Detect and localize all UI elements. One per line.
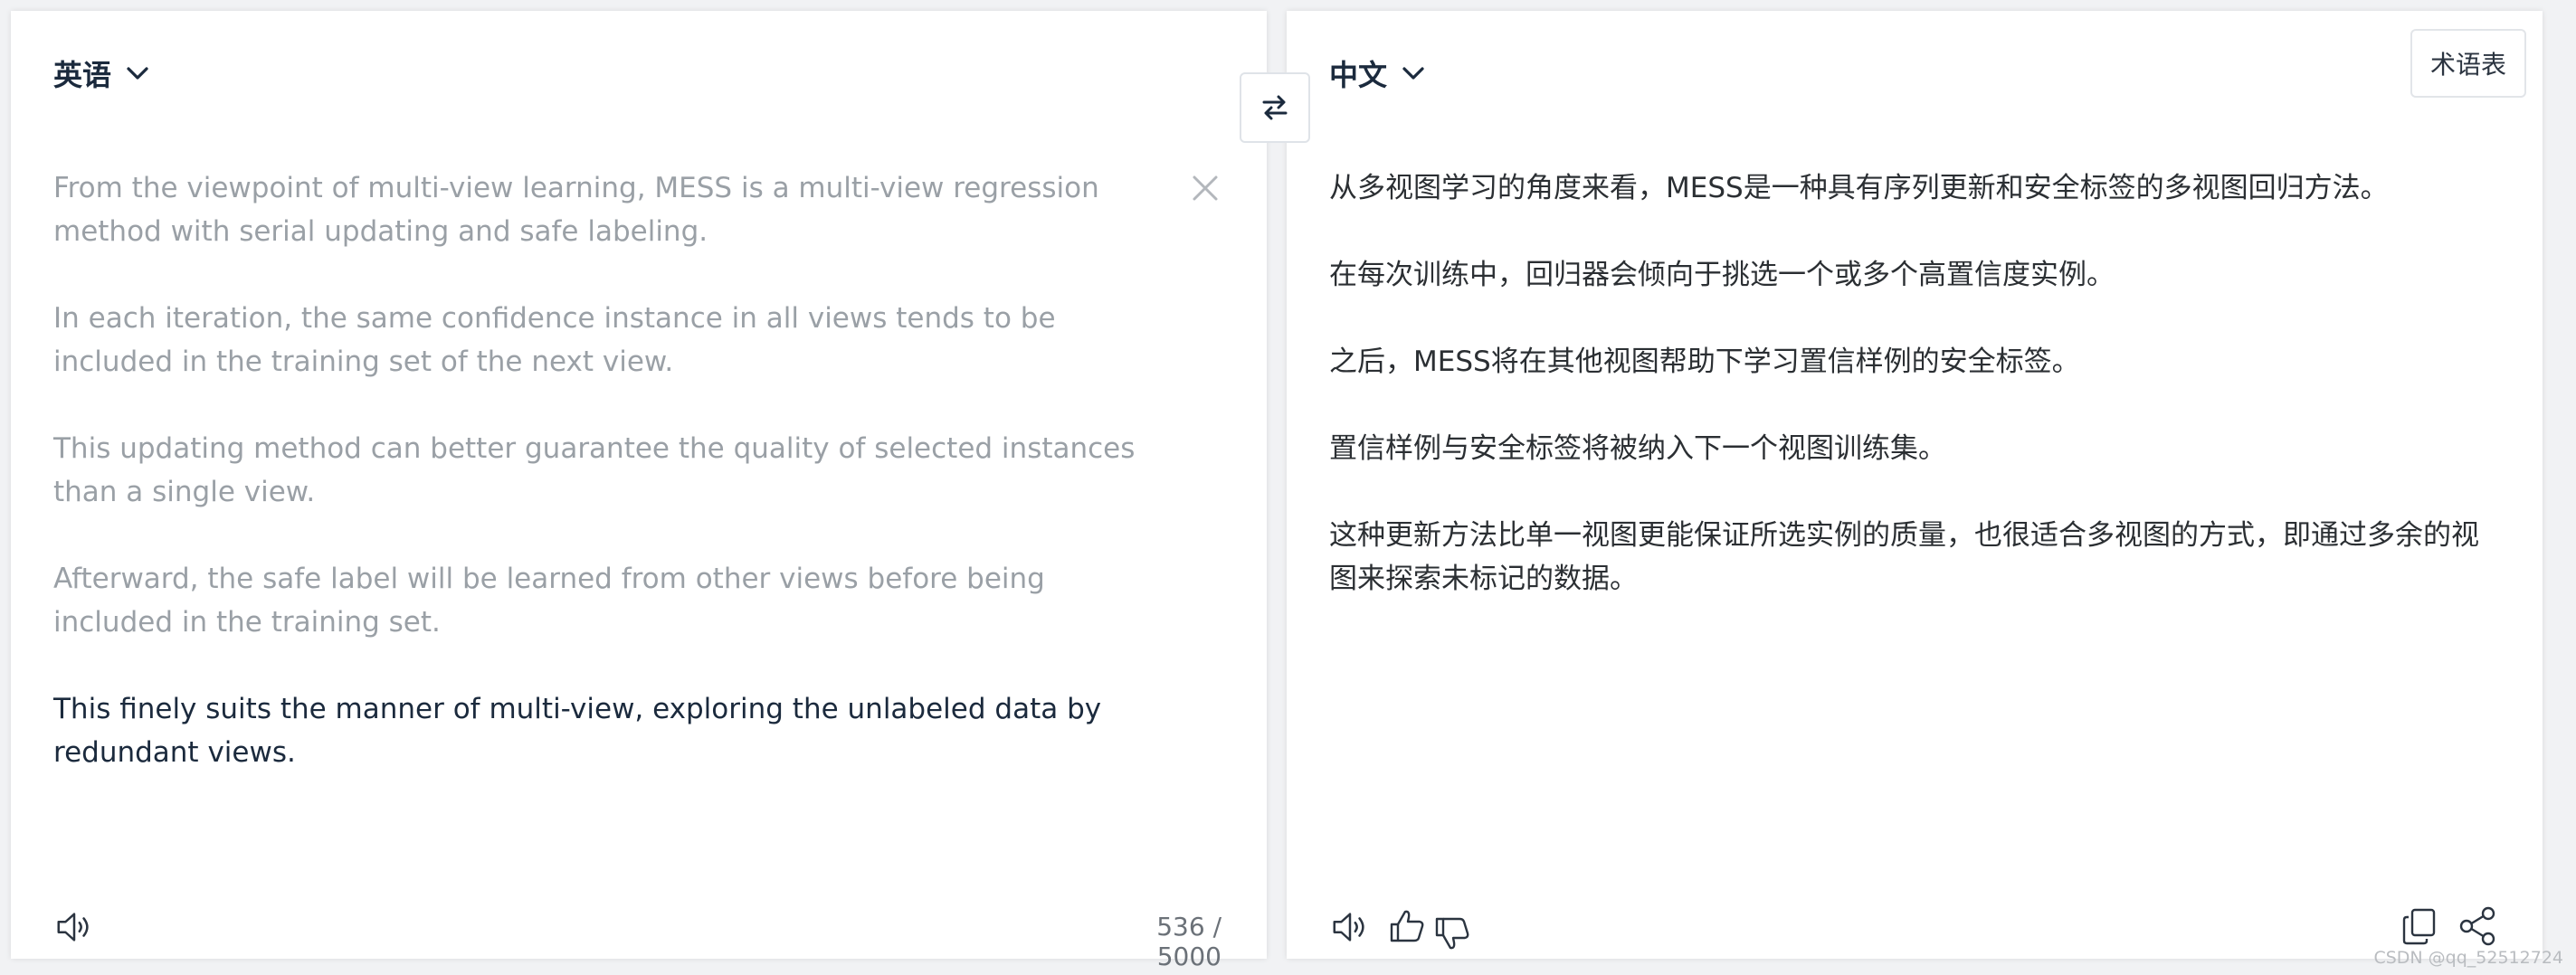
source-panel: 英语 From the viewpoint of multi-view lear… xyxy=(11,11,1267,971)
chevron-down-icon xyxy=(1402,67,1424,80)
translation-paragraph: 从多视图学习的角度来看，MESS是一种具有序列更新和安全标签的多视图回归方法。 xyxy=(1329,172,2389,204)
target-panel: 中文 术语表 从多视图学习的角度来看，MESS是一种具有序列更新和安全标签的多视… xyxy=(1287,11,2543,959)
source-text-area[interactable]: From the viewpoint of multi-view learnin… xyxy=(53,166,1166,818)
translation-paragraph: 这种更新方法比单一视图更能保证所选实例的质量，也很适合多视图的方式，即通过多余的… xyxy=(1329,519,2479,595)
translation-paragraph: 之后，MESS将在其他视图帮助下学习置信样例的安全标签。 xyxy=(1329,346,2080,378)
character-count: 536 / 5000 xyxy=(1156,912,1221,971)
swap-languages-button[interactable] xyxy=(1240,72,1310,143)
speaker-icon[interactable] xyxy=(1329,906,1371,948)
translation-output: 从多视图学习的角度来看，MESS是一种具有序列更新和安全标签的多视图回归方法。 … xyxy=(1329,166,2505,644)
speaker-icon[interactable] xyxy=(53,906,95,948)
close-icon[interactable] xyxy=(1189,172,1221,204)
target-language-select[interactable]: 中文 xyxy=(1329,52,1427,94)
source-paragraph: Afterward, the safe label will be learne… xyxy=(53,563,1045,639)
swap-arrows-icon xyxy=(1262,95,1288,120)
thumbs-down-icon[interactable] xyxy=(1431,912,1475,955)
translation-paragraph: 置信样例与安全标签将被纳入下一个视图训练集。 xyxy=(1329,432,1946,465)
source-language-select[interactable]: 英语 xyxy=(53,52,151,94)
chevron-down-icon xyxy=(127,67,148,80)
copy-icon[interactable] xyxy=(2398,904,2441,948)
target-language-label: 中文 xyxy=(1329,58,1388,92)
source-paragraph: In each iteration, the same confidence i… xyxy=(53,302,1056,378)
source-paragraph: From the viewpoint of multi-view learnin… xyxy=(53,172,1099,248)
glossary-button[interactable]: 术语表 xyxy=(2410,29,2526,98)
thumbs-up-icon[interactable] xyxy=(1386,904,1430,948)
share-icon[interactable] xyxy=(2456,904,2499,948)
source-paragraph-active: This finely suits the manner of multi-vi… xyxy=(53,693,1102,769)
source-language-label: 英语 xyxy=(53,58,112,92)
watermark: CSDN @qq_52512724 xyxy=(2373,948,2563,968)
translation-paragraph: 在每次训练中，回归器会倾向于挑选一个或多个高置信度实例。 xyxy=(1329,259,2115,291)
source-paragraph: This updating method can better guarante… xyxy=(53,432,1136,508)
